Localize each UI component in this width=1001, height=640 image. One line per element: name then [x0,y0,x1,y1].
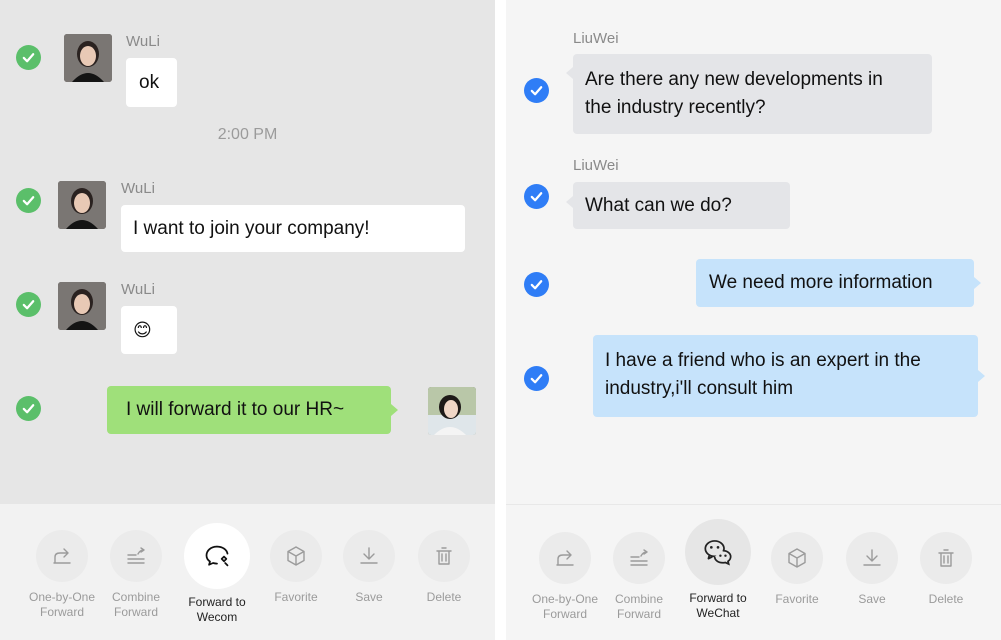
my-avatar[interactable] [428,387,476,435]
share-icon [53,548,71,564]
combine-forward-icon [630,549,648,566]
save-button[interactable]: Save [830,532,914,607]
sender-name: LiuWei [573,30,619,47]
message-text: ok [139,71,160,93]
select-check-icon[interactable] [524,272,549,297]
trash-icon [436,547,452,565]
message-text: We need more information [709,272,933,293]
outgoing-message-bubble[interactable]: I will forward it to our HR~ [107,386,391,434]
bubble-tail [974,277,981,289]
avatar[interactable] [58,181,106,229]
outgoing-message-bubble[interactable]: We need more information [696,259,974,307]
wechat-chat-panel: LiuWei Are there any new developments in… [506,0,1001,640]
message-text: industry,i'll consult him [605,378,794,399]
message-bubble[interactable]: What can we do? [573,182,790,229]
forward-toolbar: One-by-One Forward Combine Forward Forward… [506,504,1001,640]
message-bubble[interactable]: 😊 [121,306,177,354]
outgoing-message-bubble[interactable]: I have a friend who is an expert in the … [593,335,978,417]
message-text: I have a friend who is an expert in the [605,350,921,371]
message-text: Are there any new developments in [585,69,883,90]
panel-divider [495,0,506,640]
delete-button[interactable]: Delete [904,532,988,607]
combine-forward-button[interactable]: Combine Forward [94,530,178,620]
download-icon [863,549,881,566]
avatar[interactable] [64,34,112,82]
combine-forward-icon [127,547,145,564]
select-check-icon[interactable] [16,396,41,421]
one-by-one-forward-button[interactable]: One-by-One Forward [523,532,607,622]
message-bubble[interactable]: ok [126,58,177,107]
bubble-tail [391,404,398,416]
sender-name: LiuWei [573,157,619,174]
message-text: the industry recently? [585,97,766,118]
timestamp: 2:00 PM [217,126,278,143]
one-by-one-forward-button[interactable]: One-by-One Forward [20,530,104,620]
bubble-tail [566,196,573,208]
share-icon [556,550,574,566]
wecom-chat-panel: WuLi ok 2:00 PM WuLi I want to join your… [0,0,495,640]
message-bubble[interactable]: Are there any new developments in the in… [573,54,932,134]
sender-name: WuLi [121,281,155,298]
forward-to-wecom-button[interactable]: Forward to Wecom [175,523,259,625]
select-check-icon[interactable] [524,184,549,209]
select-check-icon[interactable] [16,292,41,317]
favorite-button[interactable]: Favorite [755,532,839,607]
bubble-tail [566,67,573,79]
combine-forward-button[interactable]: Combine Forward [597,532,681,622]
message-text: What can we do? [585,194,732,216]
sender-name: WuLi [121,180,155,197]
select-check-icon[interactable] [524,366,549,391]
message-text: I will forward it to our HR~ [126,399,345,420]
sender-name: WuLi [126,33,160,50]
message-text: I want to join your company! [133,217,370,239]
emoji-smile: 😊 [133,320,152,340]
select-check-icon[interactable] [16,188,41,213]
save-button[interactable]: Save [327,530,411,605]
forward-to-wechat-button[interactable]: Forward to WeChat [676,519,760,621]
favorite-button[interactable]: Favorite [254,530,338,605]
forward-toolbar: One-by-One Forward Combine Forward Forward… [0,504,495,640]
select-check-icon[interactable] [16,45,41,70]
wechat-icon [704,540,732,566]
cube-icon [788,548,806,568]
wecom-icon [205,545,229,567]
trash-icon [938,549,954,567]
bubble-tail [978,370,985,382]
select-check-icon[interactable] [524,78,549,103]
avatar[interactable] [58,282,106,330]
delete-button[interactable]: Delete [402,530,486,605]
download-icon [360,547,378,564]
cube-icon [287,546,305,566]
message-bubble[interactable]: I want to join your company! [121,205,465,252]
